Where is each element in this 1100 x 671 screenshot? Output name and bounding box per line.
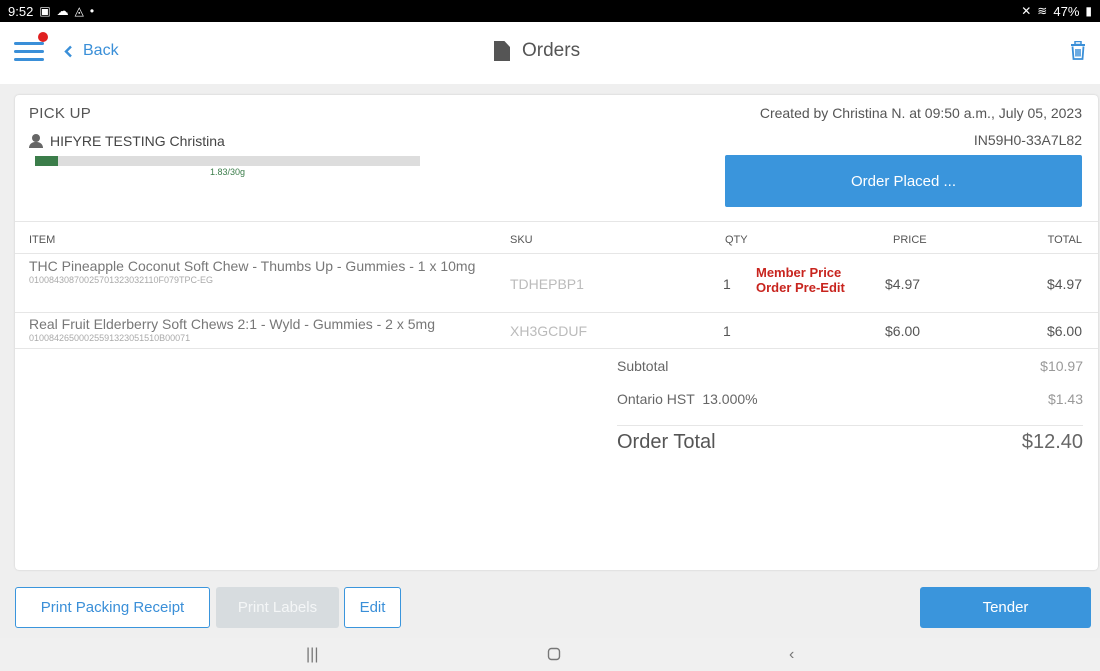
- item-code: 01008426500025591323051510B00071: [29, 333, 191, 343]
- more-notifications-icon: •: [89, 4, 95, 18]
- person-icon: [29, 134, 43, 148]
- system-nav-bar: ||| ‹: [0, 638, 1100, 671]
- subtotal-value: $10.97: [1040, 358, 1083, 374]
- trash-icon: [1071, 40, 1085, 60]
- back-label: Back: [83, 42, 119, 59]
- battery-icon: ▮: [1085, 4, 1092, 18]
- item-price: $6.00: [885, 323, 921, 339]
- col-sku: SKU: [510, 234, 533, 246]
- price-note-line2: Order Pre-Edit: [756, 280, 845, 295]
- order-status-button[interactable]: Order Placed ...: [725, 155, 1082, 207]
- customer-name-text: HIFYRE TESTING Christina: [50, 133, 225, 149]
- print-labels-button[interactable]: Print Labels: [216, 587, 339, 628]
- status-bar: 9:52 ▣ ☁ ◬ • ✕ ≋ 47% ▮: [0, 0, 1100, 22]
- page-title-text: Orders: [522, 40, 581, 61]
- nav-back-icon[interactable]: ‹: [789, 646, 794, 664]
- print-packing-receipt-button[interactable]: Print Packing Receipt: [15, 587, 210, 628]
- purchase-limit-fill: [35, 156, 59, 166]
- item-total: $6.00: [1046, 323, 1082, 339]
- recent-apps-icon[interactable]: |||: [306, 646, 318, 664]
- purchase-limit-text: 1.83/30g: [209, 167, 246, 177]
- table-header: ITEM SKU QTY PRICE TOTAL: [15, 221, 1098, 254]
- order-card: PICK UP HIFYRE TESTING Christina 1.83/30…: [15, 95, 1098, 570]
- item-sku: XH3GCDUF: [510, 323, 588, 339]
- battery-level: 47%: [1053, 3, 1080, 19]
- cloud-icon: ☁: [56, 4, 69, 18]
- item-sku: TDHEPBP1: [510, 276, 584, 292]
- status-time: 9:52: [8, 3, 34, 19]
- drive-icon: ◬: [74, 4, 84, 18]
- edit-button[interactable]: Edit: [344, 587, 401, 628]
- order-total-value: $12.40: [1021, 431, 1083, 453]
- customer-name[interactable]: HIFYRE TESTING Christina: [29, 133, 225, 149]
- home-button-icon[interactable]: [547, 647, 561, 666]
- item-name: THC Pineapple Coconut Soft Chew - Thumbs…: [29, 258, 476, 274]
- menu-button[interactable]: [14, 32, 48, 64]
- col-total: TOTAL: [1047, 234, 1082, 246]
- menu-icon: [14, 42, 44, 45]
- col-price: PRICE: [893, 234, 927, 246]
- tax-value: $1.43: [1047, 391, 1083, 407]
- tax-label: Ontario HST 13.000%: [617, 391, 758, 407]
- page-title: Orders: [494, 40, 580, 62]
- tax-line: Ontario HST 13.000% $1.43: [617, 391, 1083, 407]
- tender-button[interactable]: Tender: [920, 587, 1091, 628]
- item-name: Real Fruit Elderberry Soft Chews 2:1 - W…: [29, 316, 435, 332]
- purchase-limit-bar: [35, 156, 420, 166]
- order-total-line: Order Total $12.40: [617, 425, 1083, 454]
- document-icon: [494, 41, 510, 61]
- subtotal-label: Subtotal: [617, 358, 669, 374]
- wifi-icon: ≋: [1037, 4, 1048, 18]
- gallery-icon: ▣: [39, 4, 51, 18]
- item-price: $4.97: [885, 276, 921, 292]
- table-row[interactable]: THC Pineapple Coconut Soft Chew - Thumbs…: [15, 255, 1098, 313]
- delete-button[interactable]: [1070, 40, 1086, 65]
- app-bar: Back Orders: [0, 22, 1100, 84]
- back-button[interactable]: Back: [64, 42, 119, 60]
- created-info: Created by Christina N. at 09:50 a.m., J…: [759, 105, 1082, 121]
- subtotal-line: Subtotal $10.97: [617, 358, 1083, 374]
- item-total: $4.97: [1046, 276, 1082, 292]
- chevron-left-icon: [64, 45, 72, 57]
- notification-dot: [38, 32, 48, 42]
- item-qty: 1: [723, 276, 731, 292]
- item-qty: 1: [723, 323, 731, 339]
- order-number: IN59H0-33A7L82: [973, 132, 1082, 148]
- col-qty: QTY: [725, 234, 748, 246]
- order-type: PICK UP: [29, 105, 92, 122]
- price-note-line1: Member Price: [756, 265, 842, 280]
- item-code: 01008430870025701323032110F079TPC-EG: [29, 275, 213, 285]
- mute-icon: ✕: [1021, 4, 1032, 18]
- col-item: ITEM: [29, 234, 56, 246]
- table-row[interactable]: Real Fruit Elderberry Soft Chews 2:1 - W…: [15, 313, 1098, 349]
- order-total-label: Order Total: [617, 431, 716, 453]
